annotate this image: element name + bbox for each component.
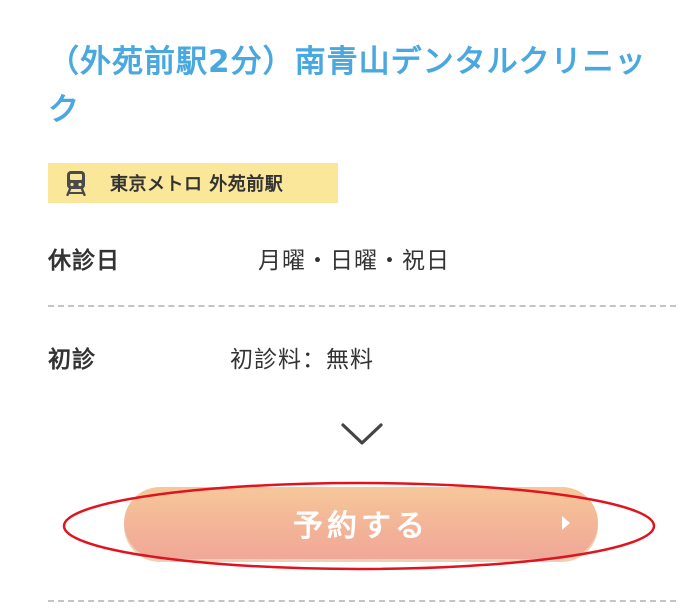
station-label: 東京メトロ 外苑前駅 bbox=[110, 174, 284, 195]
first-visit-label: 初診 bbox=[48, 347, 96, 373]
first-visit-row: 初診 初診料：無料 bbox=[48, 332, 676, 382]
holiday-label: 休診日 bbox=[48, 248, 120, 274]
reserve-button[interactable]: 予約する bbox=[124, 487, 598, 559]
reserve-label: 予約する bbox=[293, 509, 429, 544]
first-visit-value: 初診料：無料 bbox=[230, 347, 374, 373]
holiday-value: 月曜・日曜・祝日 bbox=[258, 248, 450, 274]
divider bbox=[48, 305, 676, 307]
divider bbox=[48, 600, 676, 602]
train-icon bbox=[66, 171, 86, 196]
caret-right-icon bbox=[562, 516, 570, 530]
station-badge: 東京メトロ 外苑前駅 bbox=[48, 163, 338, 203]
holiday-row: 休診日 月曜・日曜・祝日 bbox=[48, 233, 676, 283]
chevron-down-icon[interactable] bbox=[340, 420, 384, 448]
clinic-title[interactable]: （外苑前駅2分）南青山デンタルクリニック bbox=[48, 38, 648, 134]
